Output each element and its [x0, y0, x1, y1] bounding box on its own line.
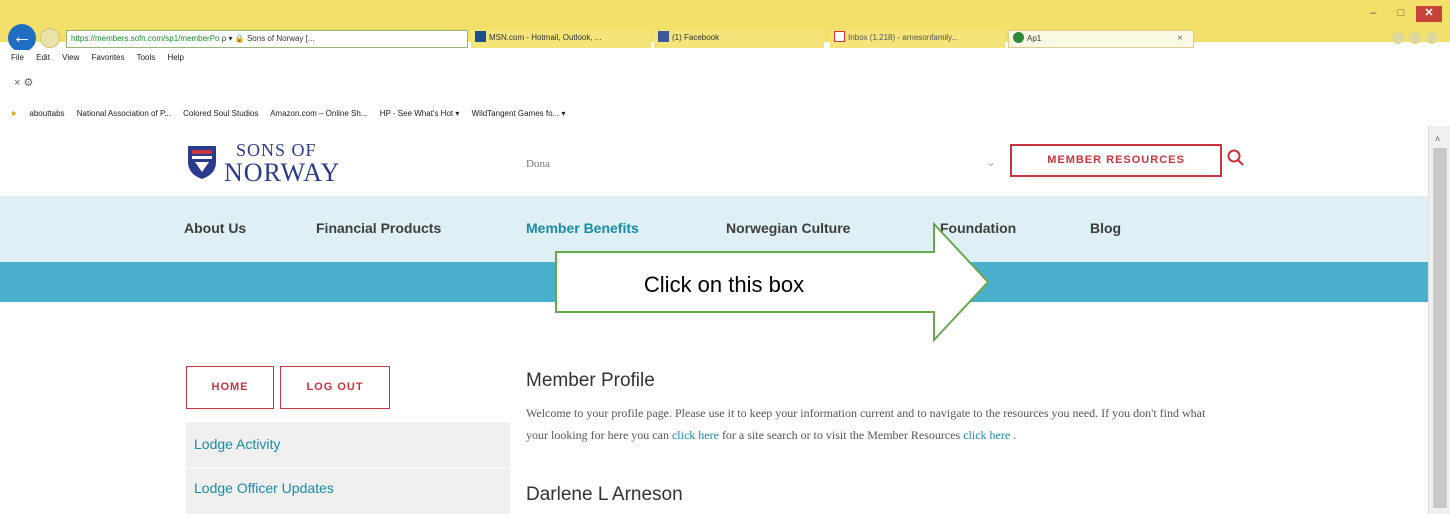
sidebar-divider — [186, 467, 510, 468]
donate-link[interactable]: Dona — [526, 158, 550, 170]
home-icon[interactable] — [1392, 32, 1404, 44]
menu-view[interactable]: View — [62, 53, 79, 62]
back-arrow-icon: ← — [12, 26, 32, 48]
intro-text: for a site search or to visit the Member… — [721, 428, 961, 442]
menu-tools[interactable]: Tools — [137, 53, 156, 62]
site-header: SONS OF NORWAY Dona ⌄ MEMBER RESOURCES — [0, 126, 1428, 196]
logo-text-bottom: NORWAY — [224, 158, 341, 187]
menu-bar: File Edit View Favorites Tools Help — [0, 50, 1450, 66]
address-url: https://members.sofn.com/sp1/memberPo — [71, 34, 220, 43]
page-title: Member Profile — [526, 370, 655, 391]
tab-gmail[interactable]: Inbox (1,218) - arnesonfamily... — [830, 30, 1005, 48]
logout-button[interactable]: LOG OUT — [280, 366, 390, 409]
member-name: Darlene L Arneson — [526, 484, 683, 505]
fav-item[interactable]: Amazon.com – Online Sh... — [270, 109, 367, 118]
page-icon — [1013, 32, 1024, 43]
menu-help[interactable]: Help — [168, 53, 184, 62]
nav-blog[interactable]: Blog — [1090, 220, 1121, 236]
fav-item[interactable]: abouttabs — [29, 109, 64, 118]
address-controls[interactable]: ρ ▾ — [222, 34, 233, 43]
tab-label: MSN.com - Hotmail, Outlook, ... — [489, 33, 602, 42]
fav-item[interactable]: National Association of P... — [77, 109, 171, 118]
tab-msn[interactable]: MSN.com - Hotmail, Outlook, ... — [471, 30, 651, 48]
search-icon[interactable] — [1226, 148, 1246, 168]
home-button[interactable]: HOME — [186, 366, 274, 409]
tab-label: Inbox (1,218) - arnesonfamily... — [848, 33, 959, 42]
msn-icon — [475, 31, 486, 42]
callout-text: Click on this box — [643, 272, 805, 297]
sidebar-item-lodge-activity[interactable]: Lodge Activity — [194, 436, 280, 452]
favorites-star-icon[interactable]: ★ — [10, 109, 17, 118]
tab-active[interactable]: Ap1 × — [1008, 30, 1194, 48]
tab-label: Ap1 — [1027, 34, 1042, 43]
scroll-thumb[interactable] — [1433, 148, 1447, 508]
favorites-bar: ★ abouttabs National Association of P...… — [0, 104, 1450, 124]
sidebar-menu: Lodge Activity Lodge Officer Updates — [186, 422, 510, 514]
tab-label: (1) Facebook — [672, 33, 720, 42]
site-search-link[interactable]: click here — [672, 428, 719, 442]
menu-file[interactable]: File — [11, 53, 24, 62]
star-icon[interactable] — [1409, 32, 1421, 44]
fav-item[interactable]: HP - See What's Hot ▾ — [380, 109, 460, 118]
member-resources-link[interactable]: click here — [963, 428, 1010, 442]
nav-financial-products[interactable]: Financial Products — [316, 220, 441, 236]
close-icon[interactable]: ✕ — [1416, 6, 1442, 22]
intro-text: . — [1013, 428, 1017, 442]
fav-item[interactable]: Colored Soul Studios — [183, 109, 258, 118]
maximize-icon[interactable]: □ — [1388, 6, 1414, 22]
facebook-icon — [658, 31, 669, 42]
browser-titlebar: ← https://members.sofn.com/sp1/memberPo … — [0, 0, 1450, 52]
back-button[interactable]: ← — [8, 24, 36, 52]
toolbar-icons — [1392, 32, 1438, 44]
site-logo[interactable]: SONS OF NORWAY — [186, 140, 366, 190]
menu-edit[interactable]: Edit — [36, 53, 50, 62]
command-bar[interactable]: × ⚙ — [0, 76, 1450, 96]
menu-favorites[interactable]: Favorites — [92, 53, 125, 62]
close-tab-icon[interactable]: × — [1177, 31, 1183, 47]
tab-facebook[interactable]: (1) Facebook — [654, 30, 824, 48]
window-controls: – □ ✕ — [1360, 6, 1442, 22]
scroll-up-icon[interactable]: ˄ — [1435, 134, 1440, 144]
annotation-callout: Click on this box — [554, 222, 990, 342]
chevron-down-icon[interactable]: ⌄ — [986, 155, 996, 169]
web-page: SONS OF NORWAY Dona ⌄ MEMBER RESOURCES A… — [0, 126, 1428, 514]
address-bar[interactable]: https://members.sofn.com/sp1/memberPo ρ … — [66, 30, 468, 48]
profile-intro: Welcome to your profile page. Please use… — [526, 402, 1226, 446]
member-resources-button[interactable]: MEMBER RESOURCES — [1010, 144, 1222, 177]
forward-button[interactable] — [40, 28, 60, 48]
sidebar-item-lodge-officer-updates[interactable]: Lodge Officer Updates — [194, 480, 334, 496]
nav-about-us[interactable]: About Us — [184, 220, 246, 236]
shield-logo-icon — [188, 146, 216, 179]
gmail-icon — [834, 31, 845, 42]
address-site-name: Sons of Norway [... — [246, 34, 315, 43]
fav-item[interactable]: WildTangent Games fo... ▾ — [472, 109, 566, 118]
scrollbar[interactable]: ˄ — [1428, 126, 1450, 514]
gear-icon[interactable] — [1426, 32, 1438, 44]
lock-icon: 🔒 — [234, 34, 245, 43]
minimize-icon[interactable]: – — [1360, 6, 1386, 22]
